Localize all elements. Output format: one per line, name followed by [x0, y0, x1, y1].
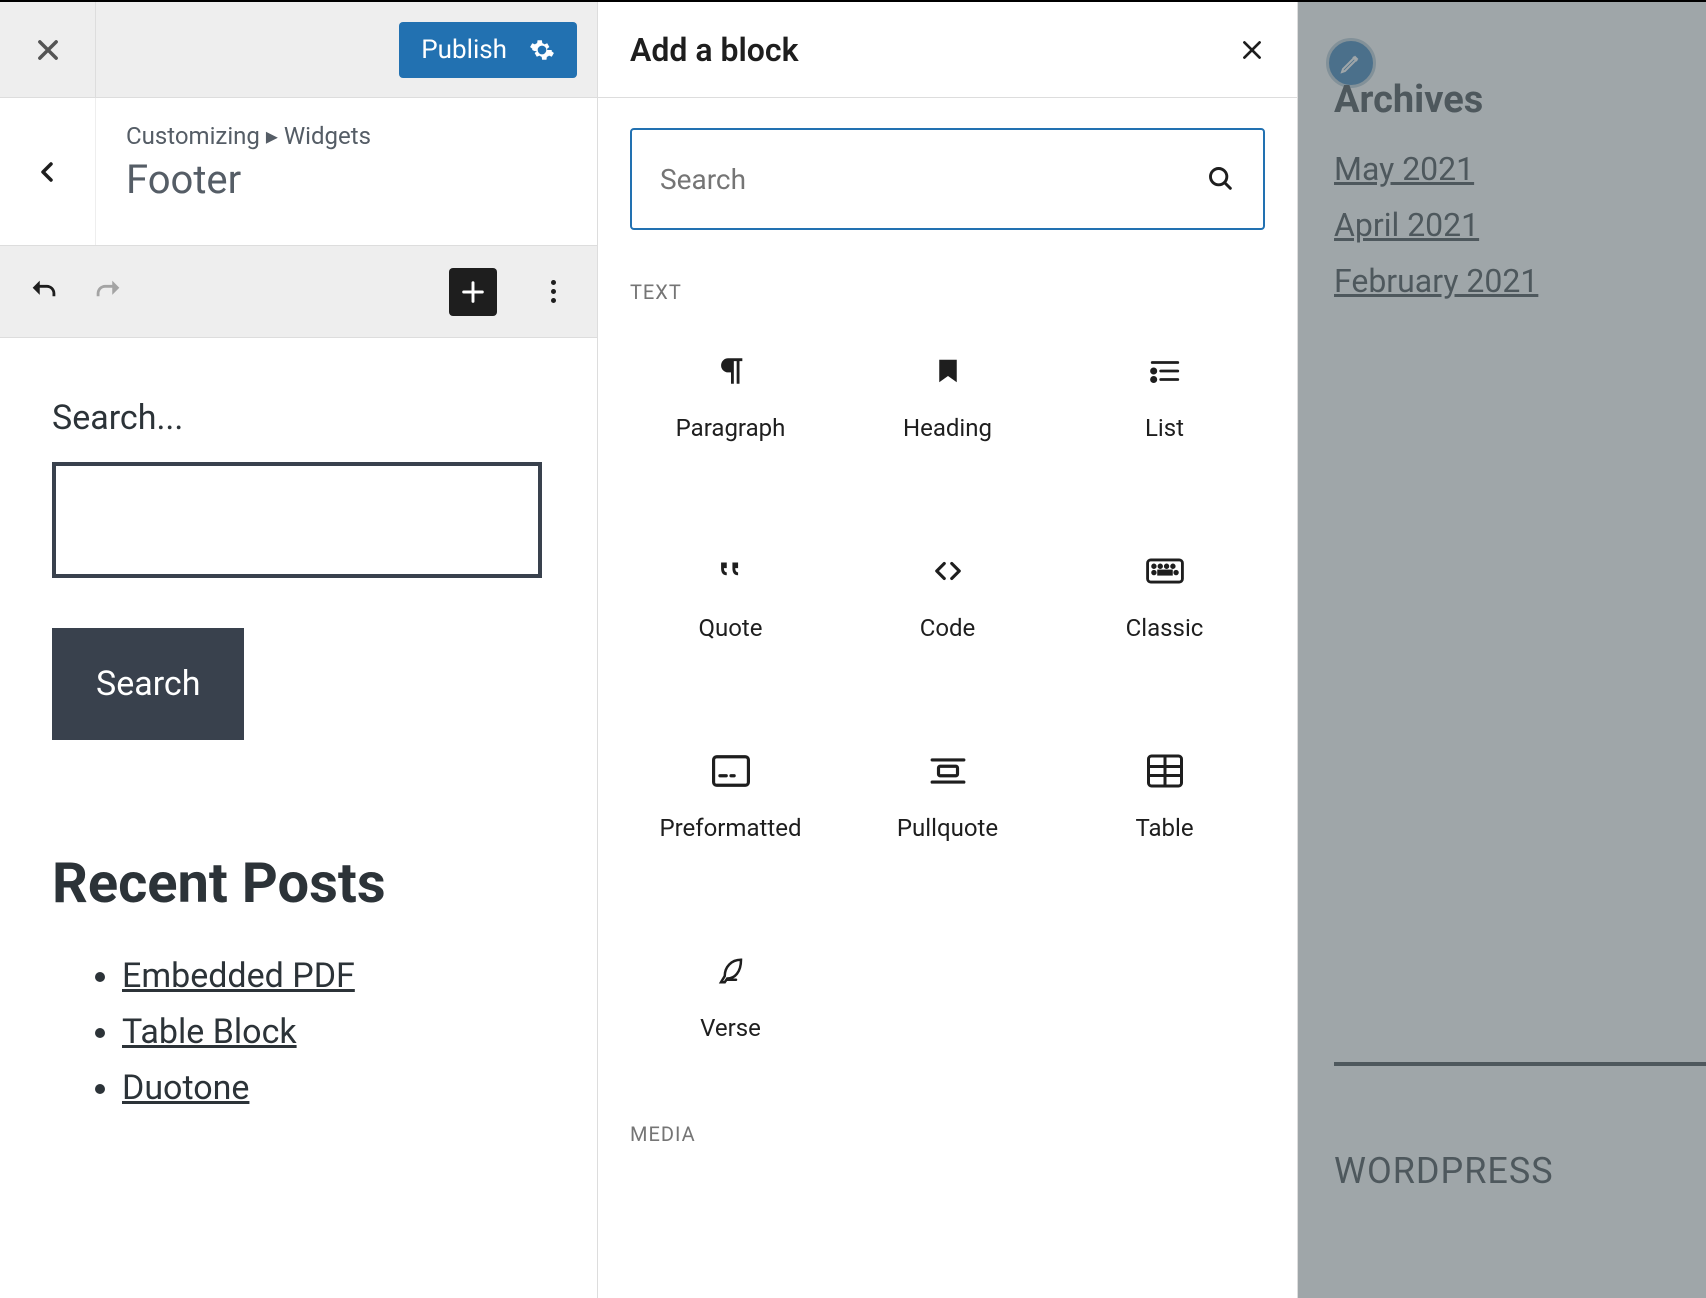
recent-post-link[interactable]: Table Block [122, 1012, 297, 1052]
block-heading[interactable]: Heading [839, 322, 1056, 472]
publish-label: Publish [421, 35, 507, 65]
plus-icon [459, 278, 487, 306]
close-customizer-button[interactable] [0, 2, 96, 97]
chevron-left-icon [36, 156, 60, 188]
block-label: List [1145, 414, 1184, 442]
table-icon [1147, 754, 1183, 788]
undo-button[interactable] [24, 272, 64, 312]
pullquote-icon [929, 756, 967, 786]
code-icon [929, 556, 967, 586]
archive-link[interactable]: May 2021 [1334, 150, 1706, 188]
breadcrumb: Customizing ▸ Widgets [126, 122, 371, 150]
block-label: Heading [903, 414, 992, 442]
block-label: Quote [698, 614, 762, 642]
search-widget-button[interactable]: Search [52, 628, 244, 740]
archive-link[interactable]: February 2021 [1334, 262, 1706, 300]
feather-icon [716, 953, 746, 989]
search-icon [1207, 165, 1235, 193]
block-label: Verse [700, 1014, 761, 1042]
quote-icon [714, 554, 748, 588]
block-classic[interactable]: Classic [1056, 522, 1273, 672]
search-widget-input[interactable] [52, 462, 542, 578]
site-brand: WORDPRESS [1334, 1150, 1554, 1192]
archives-list: May 2021 April 2021 February 2021 [1334, 150, 1706, 300]
undo-icon [27, 275, 61, 309]
editor-toolbar [0, 246, 597, 338]
pencil-icon [1339, 51, 1363, 75]
block-label: Table [1135, 814, 1193, 842]
block-preformatted[interactable]: Preformatted [622, 722, 839, 872]
paragraph-icon [714, 354, 748, 388]
block-inserter-panel: Add a block TEXT Paragraph Heading [598, 2, 1298, 1298]
publish-area: Publish [399, 2, 597, 97]
section-title: Footer [126, 156, 371, 203]
search-widget-label: Search... [52, 398, 545, 438]
list-icon [1146, 354, 1184, 388]
block-quote[interactable]: Quote [622, 522, 839, 672]
widget-area-preview: Search... Search Recent Posts Embedded P… [0, 338, 597, 1164]
gear-icon [529, 37, 555, 63]
archives-heading: Archives [1334, 78, 1706, 122]
recent-post-link[interactable]: Duotone [122, 1068, 249, 1108]
inserter-header: Add a block [598, 2, 1297, 98]
redo-button[interactable] [88, 272, 128, 312]
preformatted-icon [712, 754, 750, 788]
block-table[interactable]: Table [1056, 722, 1273, 872]
customizer-panel: Publish Customizing ▸ Widgets Footer [0, 2, 598, 1298]
add-block-button[interactable] [449, 268, 497, 316]
block-pullquote[interactable]: Pullquote [839, 722, 1056, 872]
block-verse[interactable]: Verse [622, 922, 839, 1072]
close-icon [1239, 37, 1265, 63]
block-search-field[interactable] [630, 128, 1265, 230]
archive-link[interactable]: April 2021 [1334, 206, 1706, 244]
block-label: Preformatted [659, 814, 801, 842]
recent-post-link[interactable]: Embedded PDF [122, 956, 355, 996]
block-grid-text: Paragraph Heading List Quote Code Classi [598, 322, 1297, 1072]
customizer-top-bar: Publish [0, 2, 597, 98]
block-label: Pullquote [897, 814, 998, 842]
recent-posts-list: Embedded PDF Table Block Duotone [52, 956, 545, 1108]
redo-icon [91, 275, 125, 309]
section-label-media: MEDIA [598, 1072, 1297, 1164]
block-label: Code [920, 614, 976, 642]
list-item: Duotone [122, 1068, 545, 1108]
block-list[interactable]: List [1056, 322, 1273, 472]
more-options-button[interactable] [533, 280, 573, 303]
list-item: Table Block [122, 1012, 545, 1052]
close-inserter-button[interactable] [1239, 37, 1265, 63]
block-label: Paragraph [676, 414, 786, 442]
bookmark-icon [933, 356, 963, 386]
list-item: Embedded PDF [122, 956, 545, 996]
block-paragraph[interactable]: Paragraph [622, 322, 839, 472]
publish-button[interactable]: Publish [399, 22, 577, 78]
site-preview: Archives May 2021 April 2021 February 20… [1298, 2, 1706, 1298]
block-code[interactable]: Code [839, 522, 1056, 672]
breadcrumb-row: Customizing ▸ Widgets Footer [0, 98, 597, 246]
section-label-text: TEXT [598, 230, 1297, 322]
footer-divider [1334, 1062, 1706, 1066]
keyboard-icon [1146, 556, 1184, 586]
recent-posts-heading: Recent Posts [52, 850, 545, 916]
block-label: Classic [1126, 614, 1204, 642]
inserter-title: Add a block [630, 31, 798, 69]
close-icon [34, 36, 62, 64]
back-button[interactable] [0, 98, 96, 245]
block-search-input[interactable] [660, 163, 1207, 196]
